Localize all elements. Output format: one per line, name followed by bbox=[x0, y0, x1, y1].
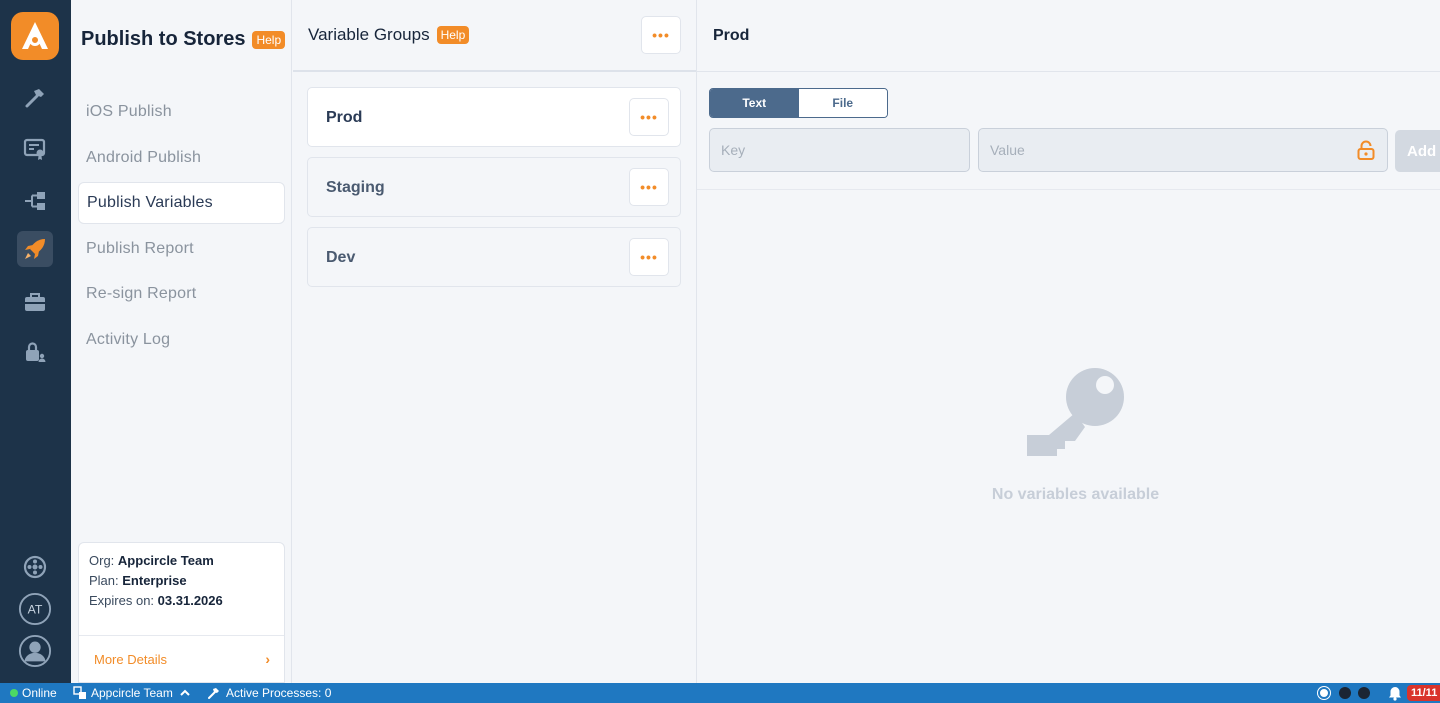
theme-dark-icon[interactable] bbox=[1339, 687, 1351, 699]
notification-count-badge[interactable]: 11/11 bbox=[1407, 685, 1440, 701]
variable-groups-title: Variable Groups Help bbox=[308, 25, 470, 45]
icon-rail: AT bbox=[0, 0, 71, 683]
appcircle-logo-icon bbox=[22, 22, 48, 49]
group-card-staging[interactable]: Staging ••• bbox=[307, 157, 681, 217]
org-value: Appcircle Team bbox=[117, 553, 214, 568]
online-status[interactable]: Online bbox=[10, 686, 57, 700]
user-lock-icon[interactable] bbox=[17, 334, 53, 370]
group-options-button[interactable]: ••• bbox=[629, 168, 669, 206]
notification-bell-icon[interactable] bbox=[1388, 686, 1402, 701]
key-icon bbox=[1027, 368, 1124, 456]
variable-detail-panel: Prod Text File Add No variables availabl… bbox=[697, 0, 1440, 683]
chevron-up-icon bbox=[180, 689, 190, 696]
detail-header: Prod bbox=[697, 0, 1440, 72]
plan-label: Plan: bbox=[89, 573, 119, 588]
value-input[interactable] bbox=[978, 128, 1388, 172]
group-name: Prod bbox=[326, 109, 363, 126]
variable-groups-panel: Variable Groups Help ••• Prod ••• Stagin… bbox=[293, 0, 697, 683]
group-name: Dev bbox=[326, 249, 356, 266]
sidebar-nav: iOS Publish Android Publish Publish Vari… bbox=[78, 91, 285, 365]
sidebar-item-resign-report[interactable]: Re-sign Report bbox=[78, 273, 285, 315]
expires-line: Expires on: 03.31.2026 bbox=[89, 593, 223, 608]
variable-groups-title-text: Variable Groups bbox=[308, 25, 430, 44]
expires-value: 03.31.2026 bbox=[157, 593, 223, 608]
group-card-dev[interactable]: Dev ••• bbox=[307, 227, 681, 287]
org-info-card: Org: Appcircle Team Plan: Enterprise Exp… bbox=[78, 542, 285, 683]
group-name: Staging bbox=[326, 179, 385, 196]
org-label: Org: bbox=[89, 553, 115, 568]
theme-light-icon[interactable] bbox=[1318, 687, 1330, 699]
signing-certificate-icon[interactable] bbox=[17, 131, 53, 167]
divider bbox=[697, 189, 1440, 190]
variable-groups-header: Variable Groups Help ••• bbox=[293, 0, 696, 72]
active-processes[interactable]: Active Processes: 0 bbox=[207, 686, 331, 700]
group-options-button[interactable]: ••• bbox=[629, 98, 669, 136]
status-bar: Online Appcircle Team Active Processes: … bbox=[0, 683, 1440, 703]
add-variable-button[interactable]: Add bbox=[1395, 130, 1440, 172]
more-details-link[interactable]: More Details bbox=[94, 652, 167, 667]
profile-icon[interactable] bbox=[17, 633, 53, 669]
groups-more-button[interactable]: ••• bbox=[641, 16, 681, 54]
plan-line: Plan: Enterprise bbox=[89, 573, 187, 588]
expires-label: Expires on: bbox=[89, 593, 155, 608]
team-label: Appcircle Team bbox=[91, 686, 173, 700]
group-options-button[interactable]: ••• bbox=[629, 238, 669, 276]
appcircle-logo[interactable] bbox=[11, 12, 59, 60]
help-badge[interactable]: Help bbox=[436, 26, 470, 44]
user-avatar[interactable]: AT bbox=[17, 591, 53, 627]
sidebar-item-ios-publish[interactable]: iOS Publish bbox=[78, 91, 285, 133]
settings-wheel-icon[interactable] bbox=[17, 549, 53, 585]
sidebar-title-text: Publish to Stores bbox=[81, 28, 246, 50]
more-dots-icon: ••• bbox=[640, 249, 658, 265]
sidebar: Publish to Stores Help iOS Publish Andro… bbox=[71, 0, 292, 683]
more-dots-icon: ••• bbox=[640, 179, 658, 195]
publish-rocket-icon[interactable] bbox=[17, 231, 53, 267]
more-dots-icon: ••• bbox=[640, 109, 658, 125]
more-dots-icon: ••• bbox=[652, 27, 670, 43]
tab-file[interactable]: File bbox=[798, 89, 887, 117]
page-title: Publish to Stores Help bbox=[81, 28, 286, 51]
online-label: Online bbox=[22, 686, 57, 700]
enterprise-briefcase-icon[interactable] bbox=[17, 284, 53, 320]
key-input[interactable] bbox=[709, 128, 970, 172]
org-line: Org: Appcircle Team bbox=[89, 553, 214, 568]
build-hammer-icon[interactable] bbox=[17, 80, 53, 116]
sidebar-item-publish-variables[interactable]: Publish Variables bbox=[78, 182, 285, 225]
group-card-prod[interactable]: Prod ••• bbox=[307, 87, 681, 147]
team-icon bbox=[73, 686, 86, 699]
online-dot-icon bbox=[10, 689, 18, 697]
plan-value: Enterprise bbox=[122, 573, 187, 588]
chevron-right-icon[interactable]: › bbox=[265, 651, 270, 667]
sidebar-item-activity-log[interactable]: Activity Log bbox=[78, 319, 285, 361]
distribution-flow-icon[interactable] bbox=[17, 183, 53, 219]
active-processes-label: Active Processes: 0 bbox=[226, 686, 332, 700]
variable-type-toggle: Text File bbox=[709, 88, 888, 118]
lock-icon[interactable] bbox=[1357, 140, 1375, 160]
sidebar-item-publish-report[interactable]: Publish Report bbox=[78, 228, 285, 270]
tab-text[interactable]: Text bbox=[710, 89, 799, 117]
hammer-icon bbox=[208, 688, 219, 699]
theme-dim-icon[interactable] bbox=[1358, 687, 1370, 699]
empty-state-text: No variables available bbox=[991, 486, 1160, 503]
team-switcher[interactable]: Appcircle Team bbox=[73, 686, 191, 700]
svg-text:AT: AT bbox=[28, 603, 43, 617]
help-badge[interactable]: Help bbox=[252, 30, 286, 49]
sidebar-item-android-publish[interactable]: Android Publish bbox=[78, 137, 285, 179]
detail-title: Prod bbox=[713, 27, 750, 44]
divider bbox=[79, 635, 284, 636]
